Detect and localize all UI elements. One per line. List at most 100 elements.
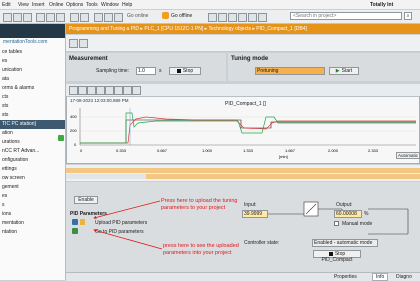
tree-item[interactable]: es <box>0 57 65 66</box>
redo-icon[interactable] <box>80 13 89 22</box>
stop-pid-label: Stop PID_Compact <box>321 251 353 263</box>
cross-ref-icon[interactable] <box>238 13 247 22</box>
split-v-icon[interactable] <box>258 13 267 22</box>
tree-item[interactable]: mentation <box>0 219 65 228</box>
x-tick: 1.000 <box>202 148 213 153</box>
zoom-y-icon[interactable] <box>96 86 105 95</box>
tree-item[interactable]: unication <box>0 66 65 75</box>
search-icon[interactable]: ⌕ <box>404 12 412 20</box>
tree-item[interactable]: ions <box>0 210 65 219</box>
snapshot-icon[interactable] <box>123 86 132 95</box>
x-unit: [min] <box>279 154 288 159</box>
paste-icon[interactable] <box>56 13 65 22</box>
y-tick: 0 <box>74 142 77 147</box>
config-icon[interactable] <box>79 39 88 48</box>
stop-icon <box>328 251 333 256</box>
signal-bar-3 <box>146 174 420 179</box>
tree-item[interactable]: sts <box>0 102 65 111</box>
new-icon[interactable] <box>3 13 12 22</box>
editor-breadcrumb: Programming and Tuning a PID ▸ PLC_1 [CP… <box>66 24 420 34</box>
save-icon[interactable] <box>23 13 32 22</box>
tree-item[interactable]: s <box>0 201 65 210</box>
tuning-mode-select[interactable]: Pretuning <box>255 67 325 75</box>
zoom-out-icon[interactable] <box>78 86 87 95</box>
pan-icon[interactable] <box>105 86 114 95</box>
open-icon[interactable] <box>13 13 22 22</box>
tree-item[interactable]: onfiguration <box>0 156 65 165</box>
tree-item[interactable]: es <box>0 192 65 201</box>
tree-item[interactable]: ettings <box>0 165 65 174</box>
tree-item[interactable]: ation <box>0 129 65 138</box>
x-tick: 0 <box>80 148 83 153</box>
accessible-devices-icon[interactable] <box>208 13 217 22</box>
project-tree-panel: mentationTools.com ce tables es unication a… <box>0 24 66 280</box>
sampling-time-select[interactable]: 1.0 <box>136 67 156 75</box>
tree-item[interactable]: cts <box>0 93 65 102</box>
tree-item[interactable]: ata <box>0 75 65 84</box>
tuning-start-button[interactable]: ▶ Start <box>329 67 359 75</box>
fit-icon[interactable] <box>114 86 123 95</box>
measurement-stop-button[interactable]: Stop <box>169 67 201 75</box>
toolbar: Go online Go offline ⌕ <box>0 10 420 24</box>
menu-help[interactable]: Help <box>122 2 132 8</box>
tab-diagnostics[interactable]: Diagno <box>396 274 412 280</box>
tree-item[interactable]: ce tables <box>0 48 65 57</box>
tree-item[interactable]: ntation <box>0 228 65 237</box>
stop-sim-icon[interactable] <box>228 13 237 22</box>
x-tick: 1.667 <box>285 148 296 153</box>
output-label: Output: <box>336 202 353 208</box>
tree-item[interactable]: sts <box>0 111 65 120</box>
controller-state-label: Controller state: <box>244 240 280 246</box>
zoom-in-icon[interactable] <box>69 86 78 95</box>
signal-strip <box>66 165 420 181</box>
cut-icon[interactable] <box>36 13 45 22</box>
measurement-title: Measurement <box>69 56 108 62</box>
undo-icon[interactable] <box>70 13 79 22</box>
compile-icon[interactable] <box>94 13 103 22</box>
setpoint-line <box>80 119 416 144</box>
tree-item[interactable]: urations <box>0 138 65 147</box>
go-online-button[interactable]: Go online <box>127 13 148 19</box>
x-tick: 2.333 <box>368 148 379 153</box>
upload-icon[interactable] <box>114 13 123 22</box>
scale-select[interactable]: Automatic <box>396 152 420 159</box>
tree-item[interactable]: orms & alarms <box>0 84 65 93</box>
signal-bars <box>66 168 420 179</box>
menu-options[interactable]: Options <box>66 2 83 8</box>
menu-online[interactable]: Online <box>49 2 63 8</box>
tree-item[interactable]: nCC RT Advan... <box>0 147 65 156</box>
tree-item[interactable]: gement <box>0 183 65 192</box>
search-input[interactable] <box>290 12 402 20</box>
menu-edit[interactable]: Edit <box>2 2 11 8</box>
menu-tools[interactable]: Tools <box>86 2 98 8</box>
x-tick: 1.333 <box>243 148 254 153</box>
sampling-unit: s <box>159 68 162 74</box>
copy-icon[interactable] <box>46 13 55 22</box>
stop-pid-button[interactable]: Stop PID_Compact <box>313 250 361 263</box>
sampling-time-label: Sampling time: <box>96 68 130 74</box>
start-sim-icon[interactable] <box>218 13 227 22</box>
tab-properties[interactable]: Properties <box>334 274 357 280</box>
editor-toolbar <box>66 35 420 52</box>
zoom-x-icon[interactable] <box>87 86 96 95</box>
measure-cursor-icon[interactable] <box>132 86 141 95</box>
x-tick: 2.000 <box>328 148 339 153</box>
menu-window[interactable]: Window <box>101 2 119 8</box>
tree-item[interactable]: ow screen <box>0 174 65 183</box>
start-icon: ▶ <box>335 68 340 74</box>
trend-chart: 400 200 0 0 0.333 0.667 1.000 1.333 1.66… <box>70 108 416 159</box>
go-offline-button[interactable]: Go offline <box>171 13 192 19</box>
input-value: 39.9999 <box>242 210 268 218</box>
tree-item[interactable]: TIC PC station] <box>0 120 65 129</box>
controller-state-value: Enabled - automatic mode <box>312 239 378 247</box>
download-icon[interactable] <box>104 13 113 22</box>
measure-icon[interactable] <box>69 39 78 48</box>
stop-icon <box>176 68 181 73</box>
menu-insert[interactable]: Insert <box>32 2 45 8</box>
input-label: Input: <box>244 202 257 208</box>
split-h-icon[interactable] <box>248 13 257 22</box>
menu-view[interactable]: View <box>18 2 29 8</box>
manual-mode-checkbox[interactable] <box>334 221 339 226</box>
y-tick: 400 <box>70 114 77 119</box>
brand-label: Totally Int <box>370 2 394 8</box>
